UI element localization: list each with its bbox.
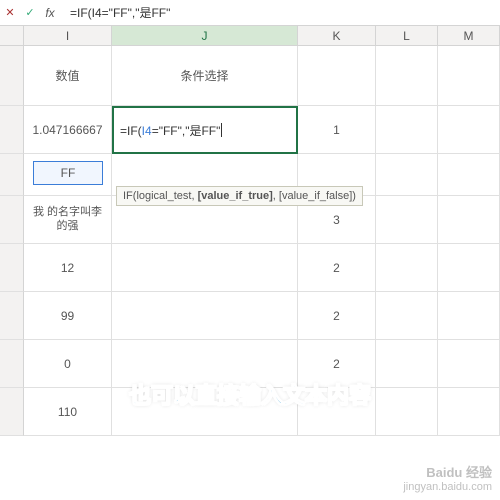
cell-header-J[interactable]: 条件选择	[112, 46, 298, 106]
column-headers: I J K L M	[0, 26, 500, 46]
cell[interactable]	[376, 106, 438, 154]
cell-I6[interactable]: 12	[24, 244, 112, 292]
fx-icon[interactable]: fx	[40, 0, 60, 25]
cell[interactable]	[438, 388, 500, 436]
cell[interactable]	[438, 196, 500, 244]
cell-reference: I4	[142, 124, 152, 138]
row-header[interactable]	[0, 292, 24, 340]
row-header[interactable]	[0, 106, 24, 154]
cell[interactable]	[438, 340, 500, 388]
cell[interactable]	[112, 292, 298, 340]
row-header[interactable]	[0, 154, 24, 196]
row-header[interactable]	[0, 196, 24, 244]
text-caret	[221, 123, 222, 137]
cell-K7[interactable]: 2	[298, 292, 376, 340]
confirm-icon[interactable]: ✓	[20, 0, 40, 25]
col-header-I[interactable]: I	[24, 26, 112, 45]
cell-header-I[interactable]: 数值	[24, 46, 112, 106]
row-header[interactable]	[0, 46, 24, 106]
cancel-icon[interactable]: ✕	[0, 0, 20, 25]
table-row: 12 2	[0, 244, 500, 292]
referenced-cell-value: FF	[61, 166, 76, 180]
watermark-brand: Baidu 经验	[403, 465, 492, 481]
formula-bar: ✕ ✓ fx =IF(I4="FF","是FF"	[0, 0, 500, 26]
cell-K6[interactable]: 2	[298, 244, 376, 292]
row-header[interactable]	[0, 340, 24, 388]
row-header[interactable]	[0, 244, 24, 292]
cell[interactable]	[376, 46, 438, 106]
cell[interactable]	[438, 106, 500, 154]
function-tooltip: IF(logical_test, [value_if_true], [value…	[116, 186, 363, 206]
cell-I7[interactable]: 99	[24, 292, 112, 340]
active-cell-editor[interactable]: =IF(I4="FF","是FF"	[112, 106, 298, 154]
formula-text: =IF(I4="FF","是FF"	[120, 122, 220, 139]
cell[interactable]	[438, 46, 500, 106]
table-row: 99 2	[0, 292, 500, 340]
col-header-J[interactable]: J	[112, 26, 298, 45]
referenced-cell-highlight: FF	[33, 161, 103, 185]
cell-K3[interactable]: 1	[298, 106, 376, 154]
watermark-url: jingyan.baidu.com	[403, 481, 492, 494]
table-row: 数值 条件选择	[0, 46, 500, 106]
select-all-corner[interactable]	[0, 26, 24, 45]
col-header-M[interactable]: M	[438, 26, 500, 45]
watermark: Baidu 经验 jingyan.baidu.com	[403, 465, 492, 494]
cell-I5[interactable]: 我 的名字叫李的强	[24, 196, 112, 244]
col-header-L[interactable]: L	[376, 26, 438, 45]
cell[interactable]	[112, 244, 298, 292]
formula-input[interactable]: =IF(I4="FF","是FF"	[60, 4, 500, 21]
cell[interactable]	[376, 340, 438, 388]
video-caption: 也可以直接输入文本内容	[129, 378, 371, 410]
cell[interactable]	[376, 244, 438, 292]
cell-I9[interactable]: 110	[24, 388, 112, 436]
cell[interactable]	[376, 292, 438, 340]
cell-I3[interactable]: 1.047166667	[24, 106, 112, 154]
cell[interactable]	[376, 154, 438, 196]
cell[interactable]	[438, 244, 500, 292]
cell[interactable]	[376, 196, 438, 244]
cell-I8[interactable]: 0	[24, 340, 112, 388]
col-header-K[interactable]: K	[298, 26, 376, 45]
cell[interactable]	[438, 154, 500, 196]
row-header[interactable]	[0, 388, 24, 436]
cell[interactable]	[376, 388, 438, 436]
cell[interactable]	[298, 46, 376, 106]
cell[interactable]	[438, 292, 500, 340]
